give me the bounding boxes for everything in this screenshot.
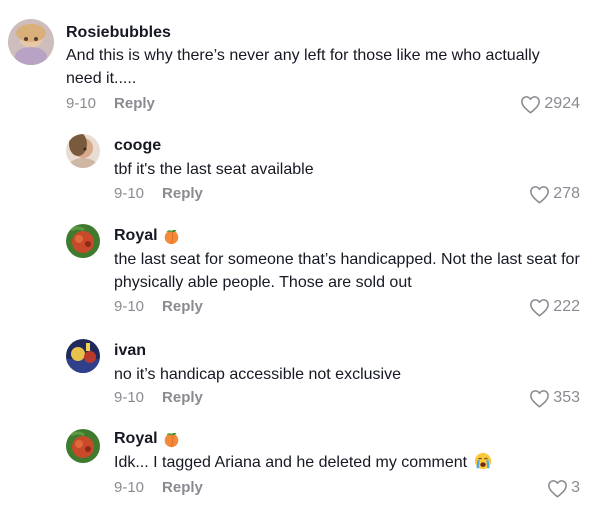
- heart-outline-icon: [548, 479, 568, 497]
- comment-text-content: Idk... I tagged Ariana and he deleted my…: [114, 454, 468, 471]
- avatar[interactable]: [66, 224, 100, 258]
- comment-date: 9-10: [66, 95, 97, 112]
- peach-emoji-icon: [164, 432, 178, 447]
- like-count: 353: [553, 389, 580, 406]
- comment-meta: 9-10 Reply: [114, 297, 203, 317]
- comment-text: And this is why there’s never any left f…: [66, 47, 540, 87]
- like-button[interactable]: 278: [529, 184, 580, 204]
- comment-item: ivan no it’s handicap accessible not exc…: [0, 330, 598, 420]
- heart-outline-icon: [530, 389, 550, 407]
- like-button[interactable]: 2924: [520, 94, 580, 114]
- comment-date: 9-10: [114, 389, 145, 406]
- comment-text: Idk... I tagged Ariana and he deleted my…: [114, 451, 574, 474]
- comment-item: Royal Idk... I tagged Ariana and he dele…: [0, 420, 598, 512]
- avatar[interactable]: [66, 339, 100, 373]
- comment-item: Royal the last seat for someone that’s h…: [0, 215, 598, 330]
- avatar-image: [66, 339, 100, 373]
- avatar[interactable]: [8, 19, 54, 65]
- comment-text: the last seat for someone that’s handica…: [114, 251, 580, 291]
- comment-username[interactable]: cooge: [114, 136, 161, 156]
- loudly-crying-face-emoji-icon: [474, 452, 491, 470]
- comment-date: 9-10: [114, 185, 145, 202]
- reply-button[interactable]: Reply: [162, 389, 203, 406]
- peach-emoji-icon: [164, 229, 178, 244]
- like-count: 2924: [544, 95, 580, 112]
- avatar-image: [66, 224, 100, 258]
- like-count: 3: [571, 479, 580, 496]
- comment-date: 9-10: [114, 298, 145, 315]
- like-count: 278: [553, 185, 580, 202]
- reply-button[interactable]: Reply: [162, 298, 203, 315]
- reply-button[interactable]: Reply: [162, 479, 203, 496]
- comment-item: cooge tbf it's the last seat available 9…: [0, 125, 598, 215]
- like-button[interactable]: 353: [529, 388, 580, 408]
- avatar-image: [66, 429, 100, 463]
- heart-outline-icon: [521, 95, 541, 113]
- comment-username[interactable]: Rosiebubbles: [66, 23, 171, 43]
- comment-date: 9-10: [114, 479, 145, 496]
- avatar[interactable]: [66, 429, 100, 463]
- comment-item: Rosiebubbles And this is why there’s nev…: [0, 0, 598, 125]
- comment-meta: 9-10 Reply: [114, 184, 203, 204]
- heart-outline-icon: [530, 298, 550, 316]
- avatar[interactable]: [66, 134, 100, 168]
- comment-meta: 9-10 Reply: [114, 388, 203, 408]
- like-count: 222: [553, 298, 580, 315]
- avatar-image: [66, 134, 100, 168]
- comment-username[interactable]: ivan: [114, 341, 146, 361]
- comment-username[interactable]: Royal: [114, 429, 180, 449]
- avatar-image: [8, 19, 54, 65]
- like-button[interactable]: 222: [529, 297, 580, 317]
- like-button[interactable]: 3: [547, 478, 580, 498]
- comment-meta: 9-10 Reply: [66, 94, 155, 114]
- heart-outline-icon: [530, 185, 550, 203]
- comment-username[interactable]: Royal: [114, 226, 180, 246]
- comment-text: tbf it's the last seat available: [114, 161, 314, 178]
- reply-button[interactable]: Reply: [162, 185, 203, 202]
- comment-meta: 9-10 Reply: [114, 478, 203, 498]
- comment-text: no it’s handicap accessible not exclusiv…: [114, 366, 401, 383]
- reply-button[interactable]: Reply: [114, 95, 155, 112]
